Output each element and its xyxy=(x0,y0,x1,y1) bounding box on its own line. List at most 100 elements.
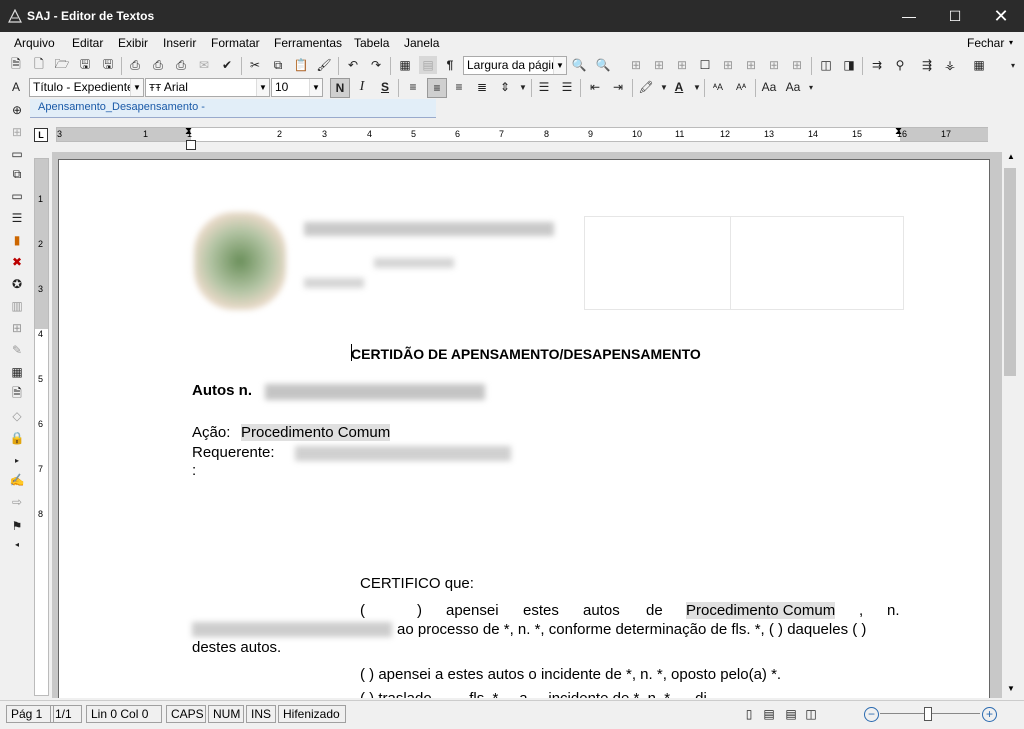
print-options-icon[interactable]: ⎙ xyxy=(172,56,190,74)
arrow-left-icon[interactable]: ◂ xyxy=(8,535,26,553)
vertical-ruler[interactable]: 1 2 3 4 5 6 7 8 xyxy=(34,158,49,696)
menu-tabela[interactable]: Tabela xyxy=(354,36,389,50)
document-icon[interactable]: 🗎 xyxy=(8,385,26,403)
align-justify-icon[interactable]: ≣ xyxy=(473,78,491,96)
comment-icon[interactable]: ▭ xyxy=(8,187,26,205)
seal-icon[interactable]: ✪ xyxy=(8,275,26,293)
minimize-button[interactable]: — xyxy=(886,0,932,32)
zoom-in-icon[interactable]: 🔍 xyxy=(594,56,612,74)
view-web-icon[interactable]: ▤ xyxy=(782,705,800,723)
close-button[interactable]: ✕ xyxy=(978,0,1024,32)
border-box-icon[interactable]: ☐ xyxy=(696,56,714,74)
save-as-icon[interactable]: 🖫 xyxy=(76,56,94,74)
grow-font-icon[interactable]: ᴬA xyxy=(709,78,727,96)
paste-icon[interactable]: 📋 xyxy=(292,56,310,74)
export-icon[interactable]: ⇶ xyxy=(918,56,936,74)
maximize-button[interactable]: ☐ xyxy=(932,0,978,32)
cut-icon[interactable]: ✂ xyxy=(246,56,264,74)
new-document-icon[interactable]: 🗋 xyxy=(30,56,48,74)
font-size-select[interactable]: 10 ▼ xyxy=(271,78,323,97)
redo-icon[interactable]: ↷ xyxy=(367,56,385,74)
document-area[interactable]: CERTIDÃO DE APENSAMENTO/DESAPENSAMENTO A… xyxy=(52,152,1002,698)
menu-formatar[interactable]: Formatar xyxy=(211,36,260,50)
print-icon[interactable]: ⎙ xyxy=(126,56,144,74)
link-icon[interactable]: ⇉ xyxy=(868,56,886,74)
chevron-down-icon[interactable]: ▼ xyxy=(553,57,566,74)
indent-marker-icon[interactable]: ⧗ xyxy=(185,126,192,137)
open-folder-icon[interactable]: 🗁 xyxy=(53,56,71,74)
document-tab[interactable]: Apensamento_Desapensamento - xyxy=(30,99,436,118)
arrow-right-icon[interactable]: ▸ xyxy=(8,451,26,469)
menu-ferramentas[interactable]: Ferramentas xyxy=(274,36,342,50)
menu-janela[interactable]: Janela xyxy=(404,36,439,50)
scrollbar-thumb[interactable] xyxy=(1004,168,1016,376)
shrink-font-icon[interactable]: Aᴬ xyxy=(732,78,750,96)
right-indent-marker-icon[interactable]: ⧗ xyxy=(895,126,902,137)
layout-split-icon[interactable]: ◨ xyxy=(840,56,858,74)
list-icon[interactable]: ☰ xyxy=(8,209,26,227)
print-preview-icon[interactable]: ⎙ xyxy=(149,56,167,74)
chevron-down-icon[interactable]: ▼ xyxy=(309,79,322,96)
menu-inserir[interactable]: Inserir xyxy=(163,36,196,50)
spell-check-icon[interactable]: ✔ xyxy=(218,56,236,74)
copy-icon[interactable]: ⧉ xyxy=(269,56,287,74)
pages-icon[interactable]: ⧉ xyxy=(8,165,26,183)
view-normal-icon[interactable]: ▯ xyxy=(740,705,758,723)
bold-button[interactable]: N xyxy=(330,78,350,98)
italic-button[interactable]: I xyxy=(353,78,371,96)
font-select[interactable]: ŦŦ Arial ▼ xyxy=(145,78,270,97)
book-icon[interactable]: ▮ xyxy=(8,231,26,249)
toolbar-overflow-icon[interactable]: ▾ xyxy=(1004,56,1022,74)
scroll-up-icon[interactable]: ▲ xyxy=(1007,152,1015,161)
zoom-select[interactable]: Largura da págin ▼ xyxy=(463,56,567,75)
align-right-icon[interactable]: ≡ xyxy=(450,78,468,96)
format-painter-icon[interactable]: 🖌 xyxy=(315,56,333,74)
style-icon[interactable]: A xyxy=(7,78,25,96)
tab-stop-selector[interactable]: L xyxy=(34,128,48,142)
highlight-icon[interactable]: 🖍 xyxy=(637,78,655,96)
document-page[interactable]: CERTIDÃO DE APENSAMENTO/DESAPENSAMENTO A… xyxy=(58,159,990,698)
calendar-grid-icon[interactable]: ▦ xyxy=(970,56,988,74)
vertical-scrollbar[interactable]: ▲ ▼ xyxy=(1002,152,1020,698)
scroll-down-icon[interactable]: ▼ xyxy=(1007,684,1015,693)
paint-brush-icon[interactable]: ⚑ xyxy=(8,517,26,535)
zoom-slider-thumb[interactable] xyxy=(924,707,932,721)
zoom-in-button[interactable]: + xyxy=(982,707,997,722)
chevron-down-icon[interactable]: ▼ xyxy=(514,78,532,96)
chevron-down-icon[interactable]: ▾ xyxy=(802,78,820,96)
numbered-list-icon[interactable]: ☰ xyxy=(558,78,576,96)
view-page-icon[interactable]: ▤ xyxy=(760,705,778,723)
line-spacing-icon[interactable]: ⇕ xyxy=(496,78,514,96)
layout-columns-icon[interactable]: ◫ xyxy=(817,56,835,74)
pilcrow-icon[interactable]: ¶ xyxy=(441,56,459,74)
menu-editar[interactable]: Editar xyxy=(72,36,103,50)
fields-icon[interactable]: ⊕ xyxy=(8,101,26,119)
remove-field-icon[interactable]: ✖ xyxy=(8,253,26,271)
underline-button[interactable]: S xyxy=(376,78,394,96)
align-left-icon[interactable]: ≡ xyxy=(404,78,422,96)
bullet-list-icon[interactable]: ☰ xyxy=(535,78,553,96)
filter-icon[interactable]: ⚶ xyxy=(941,56,959,74)
menu-chevron-icon[interactable]: ▾ xyxy=(1009,38,1013,47)
chevron-down-icon[interactable]: ▼ xyxy=(256,79,269,96)
menu-arquivo[interactable]: Arquivo xyxy=(14,36,55,50)
form-icon[interactable]: ▭ xyxy=(8,145,26,163)
zoom-out-button[interactable]: − xyxy=(864,707,879,722)
text-effects-icon[interactable]: Aa xyxy=(784,78,802,96)
view-book-icon[interactable]: ◫ xyxy=(802,705,820,723)
change-case-icon[interactable]: Aa xyxy=(760,78,778,96)
style-select[interactable]: Título - Expediente ▼ xyxy=(29,78,144,97)
calendar-icon[interactable]: ▦ xyxy=(8,363,26,381)
lock-icon[interactable]: 🔒 xyxy=(8,429,26,447)
left-indent-handle[interactable] xyxy=(186,140,196,150)
decrease-indent-icon[interactable]: ⇤ xyxy=(586,78,604,96)
menu-exibir[interactable]: Exibir xyxy=(118,36,148,50)
tree-icon[interactable]: ⚲ xyxy=(891,56,909,74)
increase-indent-icon[interactable]: ⇥ xyxy=(609,78,627,96)
fechar-button[interactable]: Fechar xyxy=(967,36,1004,50)
chevron-down-icon[interactable]: ▼ xyxy=(130,79,143,96)
undo-icon[interactable]: ↶ xyxy=(344,56,362,74)
font-color-icon[interactable]: A xyxy=(670,78,688,96)
insert-table-icon[interactable]: ▦ xyxy=(396,56,414,74)
align-center-icon[interactable]: ≡ xyxy=(427,78,447,98)
